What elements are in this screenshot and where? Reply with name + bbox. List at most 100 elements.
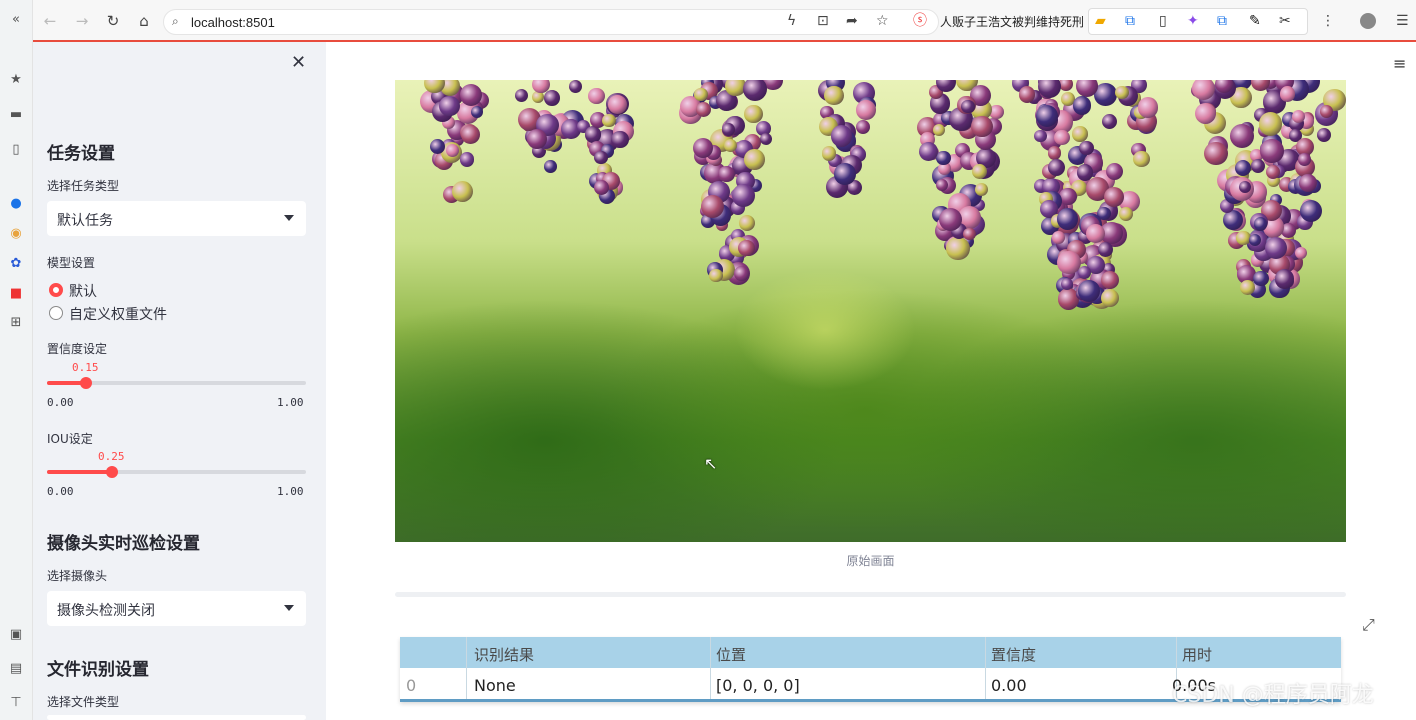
back-icon[interactable]: ← xyxy=(41,12,59,30)
pen-icon[interactable]: ✎ xyxy=(1249,13,1261,29)
file-label: 选择文件类型 xyxy=(47,695,120,709)
grape xyxy=(1239,279,1255,296)
grape xyxy=(695,102,711,118)
grape xyxy=(694,87,708,101)
conf-max: 1.00 xyxy=(277,396,304,409)
folder-ext-icon[interactable]: ▰ xyxy=(1095,13,1106,29)
news-app-icon[interactable]: ■ xyxy=(8,286,24,302)
camera-select[interactable]: 摄像头检测关闭 xyxy=(47,591,306,626)
forward-icon[interactable]: → xyxy=(73,12,91,30)
header-result[interactable]: 识别结果 xyxy=(474,644,534,665)
grape xyxy=(834,163,856,185)
close-icon[interactable]: ✕ xyxy=(291,52,306,73)
add-icon[interactable]: ⊞ xyxy=(8,315,24,331)
grape xyxy=(732,183,755,207)
iou-max: 1.00 xyxy=(277,485,304,498)
grape xyxy=(830,125,853,147)
menu-icon[interactable]: ☰ xyxy=(1396,13,1409,29)
app-menu-icon[interactable]: ≡ xyxy=(1393,54,1406,73)
grape xyxy=(1048,158,1066,176)
header-position[interactable]: 位置 xyxy=(716,644,746,665)
grape xyxy=(1294,246,1307,260)
task-heading: 任务设置 xyxy=(47,144,115,164)
grape xyxy=(938,207,962,232)
grape xyxy=(1072,126,1088,142)
fullscreen-icon[interactable]: ⤢ xyxy=(1362,615,1375,635)
grape xyxy=(1119,207,1134,222)
grape xyxy=(1100,289,1120,308)
collapse-icon[interactable]: « xyxy=(8,12,24,28)
header-confidence[interactable]: 置信度 xyxy=(991,644,1036,665)
translate2-icon[interactable]: ⧉ xyxy=(1217,13,1227,29)
star-icon[interactable]: ★ xyxy=(8,72,24,88)
radio-default[interactable] xyxy=(49,283,63,297)
grape xyxy=(1258,112,1282,136)
browser-app-icon[interactable]: ◉ xyxy=(8,226,24,242)
grape xyxy=(459,151,475,167)
bookmark-star-icon[interactable]: ☆ xyxy=(876,13,889,29)
search-app-icon[interactable]: ● xyxy=(8,196,24,212)
screenshot-icon[interactable]: ⊡ xyxy=(817,13,829,29)
iou-slider[interactable] xyxy=(47,466,306,478)
row-index: 0 xyxy=(406,676,417,695)
conf-slider[interactable] xyxy=(47,377,306,389)
more-icon[interactable]: ⋮ xyxy=(1321,13,1335,29)
chevron-down-icon xyxy=(284,605,294,611)
mobile-icon[interactable]: ▯ xyxy=(1159,13,1167,29)
conf-slider-thumb[interactable] xyxy=(80,377,92,389)
paw-icon[interactable]: ✿ xyxy=(8,256,24,272)
grape xyxy=(1052,231,1066,244)
grape xyxy=(1253,216,1268,231)
home-icon[interactable]: ⌂ xyxy=(135,12,153,30)
grape xyxy=(975,182,989,196)
cell-result[interactable]: None xyxy=(474,676,516,695)
folder-icon[interactable]: ▬ xyxy=(8,107,24,123)
sidebar: ✕ 任务设置 选择任务类型 默认任务 模型设置 默认 自定义权重文件 置信度设定… xyxy=(33,42,326,720)
grape xyxy=(594,150,608,164)
translate-icon[interactable]: ⧉ xyxy=(1125,13,1135,29)
radio-custom-label: 自定义权重文件 xyxy=(69,307,167,323)
avatar[interactable] xyxy=(1360,13,1376,29)
cell-position[interactable]: [0, 0, 0, 0] xyxy=(716,676,800,695)
iou-slider-thumb[interactable] xyxy=(106,466,118,478)
briefcase-icon[interactable]: ▤ xyxy=(8,661,24,677)
browser-side-rail: « ★ ▬ ▯ ● ◉ ✿ ■ ⊞ ▣ ▤ ⊤ xyxy=(0,0,33,720)
share-icon[interactable]: ➦ xyxy=(846,13,858,29)
news-ticker[interactable]: 人贩子王浩文被判维持死刑 xyxy=(940,13,1084,30)
grape xyxy=(855,120,870,135)
file-type-select[interactable] xyxy=(47,715,306,720)
ai-icon[interactable]: ✦ xyxy=(1187,13,1199,29)
camera-label: 选择摄像头 xyxy=(47,569,108,583)
reload-icon[interactable]: ↻ xyxy=(104,12,122,30)
header-time[interactable]: 用时 xyxy=(1182,644,1212,665)
scissors-icon[interactable]: ✂ xyxy=(1279,13,1291,29)
lightning-icon[interactable]: ϟ xyxy=(787,13,796,29)
grape xyxy=(824,85,844,106)
grape xyxy=(1078,279,1100,302)
grape xyxy=(1101,114,1117,130)
conf-min: 0.00 xyxy=(47,396,74,409)
grape xyxy=(1279,86,1296,102)
column-divider xyxy=(466,637,467,699)
radio-custom-weights[interactable] xyxy=(49,306,63,320)
mouse-cursor-icon: ↖ xyxy=(704,454,718,473)
grape xyxy=(700,195,724,218)
news-logo-icon: ⓢ xyxy=(913,13,927,29)
pin-icon[interactable]: ⊤ xyxy=(8,695,24,711)
phone-icon[interactable]: ▯ xyxy=(8,142,24,158)
grape xyxy=(971,163,987,179)
grape xyxy=(759,132,772,145)
grape xyxy=(611,130,629,149)
cell-confidence[interactable]: 0.00 xyxy=(991,676,1027,695)
grape xyxy=(1056,208,1079,230)
grape xyxy=(1105,163,1123,180)
grape xyxy=(821,146,837,161)
grape xyxy=(963,227,977,241)
extensions-bar: ▰ ⧉ ▯ ✦ ⧉ ✎ ✂ xyxy=(1088,8,1308,35)
grape xyxy=(946,236,970,261)
iou-min: 0.00 xyxy=(47,485,74,498)
media-icon[interactable]: ▣ xyxy=(8,627,24,643)
task-type-select[interactable]: 默认任务 xyxy=(47,201,306,236)
grape xyxy=(1253,270,1269,287)
grape xyxy=(1234,159,1252,177)
